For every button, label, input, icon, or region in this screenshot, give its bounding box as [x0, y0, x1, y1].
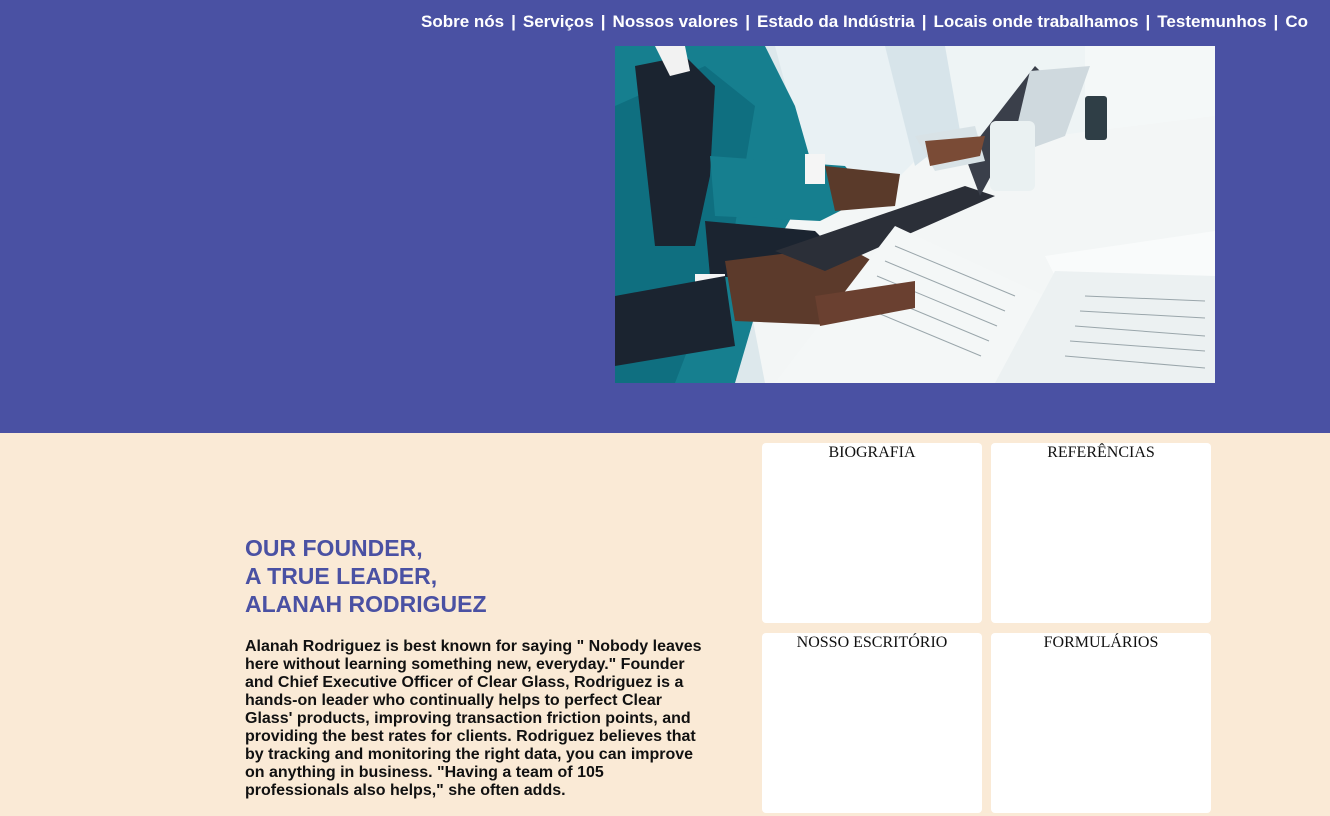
nav-separator: | [511, 12, 516, 31]
card-nosso-escritorio[interactable]: NOSSO ESCRITÓRIO [762, 633, 982, 813]
nav-link-locais[interactable]: Locais onde trabalhamos [934, 12, 1139, 31]
nav-separator: | [1145, 12, 1151, 31]
card-biografia[interactable]: BIOGRAFIA [762, 443, 982, 623]
nav-link-servicos[interactable]: Serviços [523, 12, 594, 31]
card-label: NOSSO ESCRITÓRIO [796, 634, 948, 651]
office-photo-illustration [615, 46, 1215, 383]
hero-section: Sobre nós | Serviços | Nossos valores | Estado… [0, 0, 1330, 433]
nav-link-testemunhos[interactable]: Testemunhos [1157, 12, 1266, 31]
nav-separator: | [921, 12, 927, 31]
nav-link-estado-da-industria[interactable]: Estado da Indústria [757, 12, 915, 31]
founder-heading-line: A TRUE LEADER, [245, 563, 438, 589]
card-label: FORMULÁRIOS [1043, 634, 1159, 651]
card-label: BIOGRAFIA [828, 444, 916, 461]
nav-link-contato[interactable]: Co [1285, 12, 1308, 31]
nav-separator: | [600, 12, 606, 31]
card-referencias[interactable]: REFERÊNCIAS [991, 443, 1211, 623]
top-navigation: Sobre nós | Serviços | Nossos valores | Estado… [421, 12, 1308, 32]
nav-separator: | [1273, 12, 1279, 31]
founder-heading-line: OUR FOUNDER, [245, 535, 423, 561]
founder-bio-paragraph: Alanah Rodriguez is best known for sayin… [245, 638, 702, 799]
card-formularios[interactable]: FORMULÁRIOS [991, 633, 1211, 813]
founder-heading-line: ALANAH RODRIGUEZ [245, 591, 487, 617]
hero-office-photo [615, 46, 1215, 383]
founder-heading: OUR FOUNDER, A TRUE LEADER, ALANAH RODRI… [245, 534, 487, 618]
card-label: REFERÊNCIAS [1047, 444, 1155, 461]
nav-link-nossos-valores[interactable]: Nossos valores [613, 12, 739, 31]
nav-link-sobre-nos[interactable]: Sobre nós [421, 12, 504, 31]
nav-separator: | [745, 12, 750, 31]
